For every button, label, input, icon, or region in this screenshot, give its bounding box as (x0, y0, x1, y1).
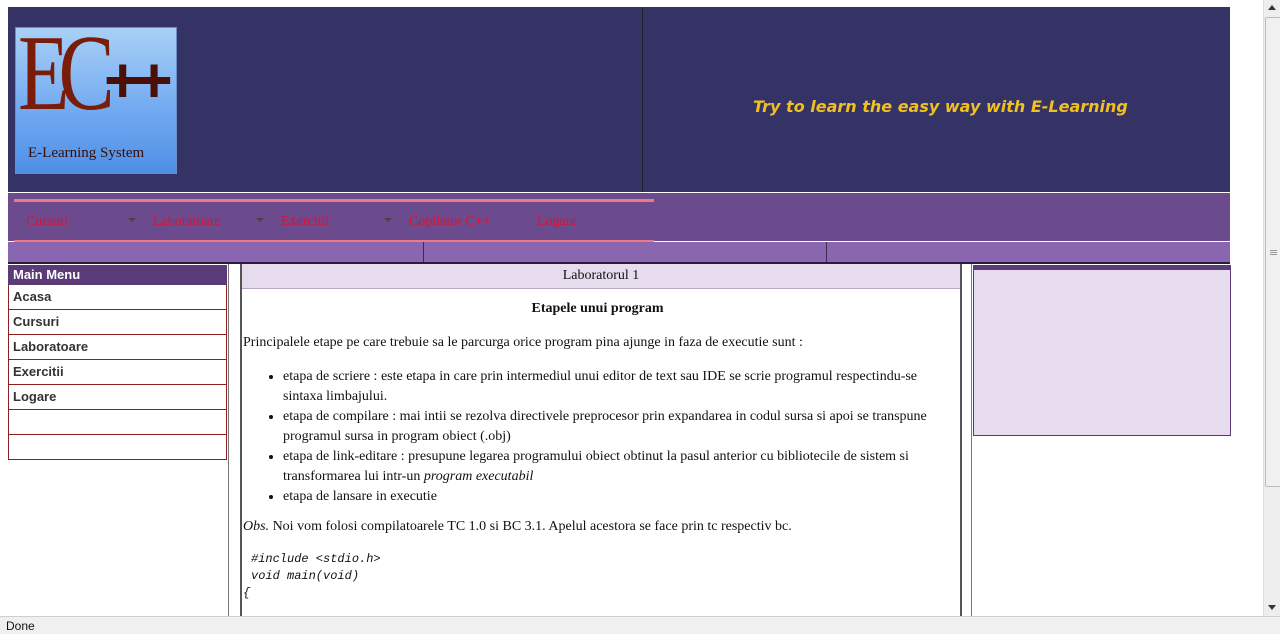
main-menu-title: Main Menu (8, 265, 227, 285)
menu-item-empty (8, 435, 227, 460)
logo-plus: ++ (104, 44, 173, 116)
sub-navbar (8, 242, 1230, 262)
list-item: etapa de compilare : mai intii se rezolv… (283, 407, 952, 447)
nav-item-compilator[interactable]: Copilator C++ (409, 214, 491, 230)
obs-text: Noi vom folosi compilatoarele TC 1.0 si … (269, 519, 792, 534)
chevron-down-icon[interactable] (256, 218, 264, 222)
intro-paragraph: Principalele etape pe care trebuie sa le… (243, 335, 803, 350)
subbar-divider (423, 242, 424, 262)
column-border (228, 264, 229, 616)
column-border (971, 264, 972, 616)
chevron-down-icon[interactable] (128, 218, 136, 222)
code-line: { (243, 586, 251, 600)
top-navbar: Cursuri Laboratoare Exercitii Copilator … (8, 193, 1230, 243)
right-sidebar-box (973, 265, 1231, 436)
menu-item-acasa[interactable]: Acasa (8, 285, 227, 310)
obs-label: Obs. (243, 519, 270, 534)
menu-item-empty (8, 410, 227, 435)
status-text: Done (6, 619, 35, 633)
grip-icon (1270, 250, 1277, 251)
scrollbar-thumb[interactable] (1265, 17, 1280, 487)
scroll-up-icon[interactable] (1268, 5, 1276, 10)
nav-item-laboratoare[interactable]: Laboratoare (153, 214, 221, 230)
chevron-down-icon[interactable] (384, 218, 392, 222)
emphasis-text: program executabil (423, 469, 534, 484)
list-item: etapa de lansare in executie (283, 487, 952, 507)
site-logo[interactable]: EC ++ E-Learning System (15, 27, 177, 174)
vertical-scrollbar[interactable] (1263, 0, 1280, 616)
status-bar: Done (0, 616, 1280, 634)
site-header: EC ++ E-Learning System Try to learn the… (8, 7, 1230, 192)
nav-menu: Cursuri Laboratoare Exercitii Copilator … (14, 199, 654, 243)
code-block: #include <stdio.h> void main(void) { (243, 551, 952, 602)
subbar-divider (826, 242, 827, 262)
logo-letters: EC (18, 27, 115, 133)
menu-item-exercitii[interactable]: Exercitii (8, 360, 227, 385)
logo-subtitle: E-Learning System (28, 145, 145, 161)
list-item: etapa de scriere : este etapa in care pr… (283, 367, 952, 407)
content-column: Laboratorul 1 Etapele unui program Princ… (228, 264, 972, 616)
content-panel: Laboratorul 1 Etapele unui program Princ… (240, 264, 962, 616)
header-divider (642, 7, 643, 192)
nav-item-exercitii[interactable]: Exercitii (281, 214, 329, 230)
obs-paragraph: Obs. Noi vom folosi compilatoarele TC 1.… (243, 517, 952, 537)
code-line: void main(void) (251, 569, 360, 583)
list-item: etapa de link-editare : presupune legare… (283, 447, 952, 487)
section-title: Etapele unui program (531, 301, 664, 316)
menu-item-cursuri[interactable]: Cursuri (8, 310, 227, 335)
content-header: Laboratorul 1 (242, 264, 960, 289)
nav-item-cursuri[interactable]: Cursuri (26, 214, 68, 230)
site-tagline: Try to learn the easy way with E-Learnin… (753, 97, 1128, 116)
nav-item-logare[interactable]: Logare (537, 214, 577, 230)
menu-item-laboratoare[interactable]: Laboratoare (8, 335, 227, 360)
main-menu: Main Menu Acasa Cursuri Laboratoare Exer… (8, 265, 227, 460)
scroll-down-icon[interactable] (1268, 605, 1276, 610)
steps-list: etapa de scriere : este etapa in care pr… (243, 367, 952, 507)
page: EC ++ E-Learning System Try to learn the… (0, 0, 1263, 616)
content-body: Etapele unui program Principalele etape … (242, 299, 960, 602)
code-line: #include <stdio.h> (251, 552, 381, 566)
menu-item-logare[interactable]: Logare (8, 385, 227, 410)
step-text: etapa de link-editare : presupune legare… (283, 449, 909, 484)
